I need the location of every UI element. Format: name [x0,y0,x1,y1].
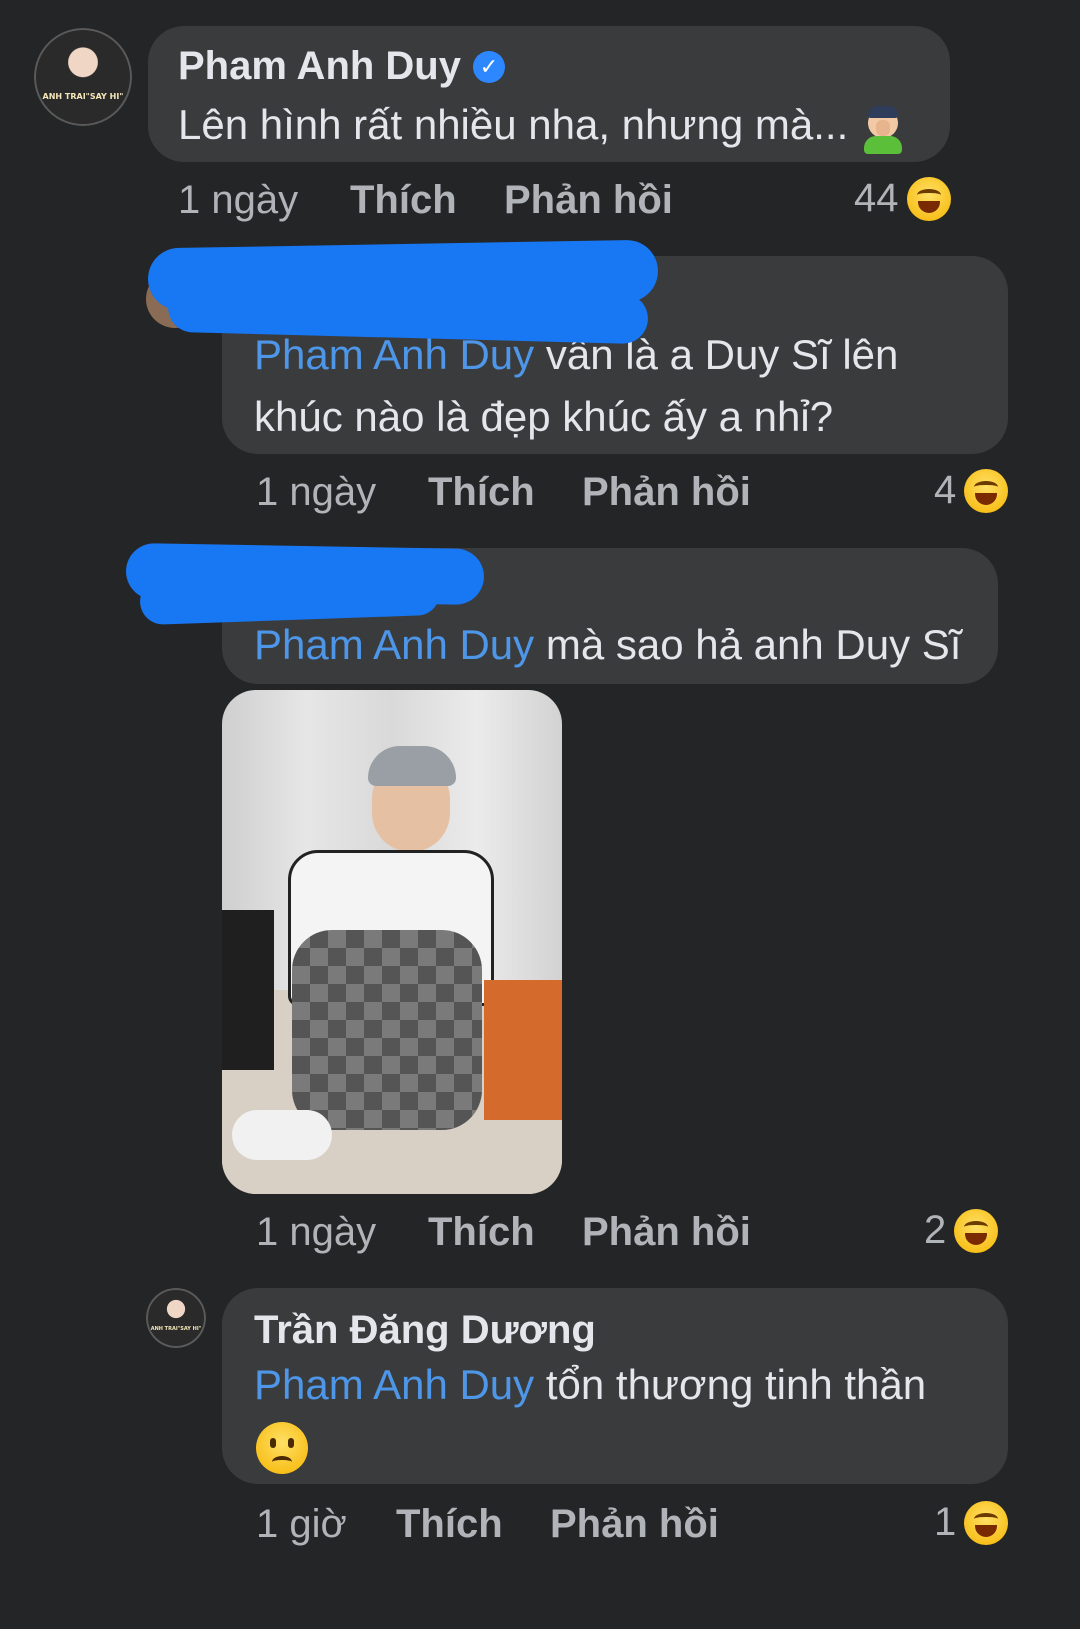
author-name[interactable]: Trần Đăng Dương [254,1308,596,1353]
comment-bubble: Pham Anh Duy ✓ Lên hình rất nhiều nha, n… [148,26,950,162]
comment-text-row: Pham Anh Duy tổn thương tinh thần [254,1354,926,1416]
comment-actions: 1 ngày Thích Phản hồi [178,178,673,223]
reply-button[interactable]: Phản hồi [504,178,673,223]
comment-actions: 1 ngày Thích Phản hồi [256,470,751,515]
reaction-count: 1 [934,1500,957,1544]
photo-foot [232,1110,332,1160]
reply-avatar[interactable]: ANH TRAI"SAY HI" [146,1288,206,1348]
photo-person-pants [292,930,482,1130]
mention-link[interactable]: Pham Anh Duy [254,621,534,668]
facepalm-emoji [860,102,906,154]
reaction-summary[interactable]: 2 [924,1208,999,1253]
reaction-count: 4 [934,468,957,512]
reaction-summary[interactable]: 4 [934,468,1009,513]
like-button[interactable]: Thích [428,470,582,515]
comment-text: Lên hình rất nhiều nha, nhưng mà... [178,101,849,148]
reply-button[interactable]: Phản hồi [582,470,751,515]
reply-button[interactable]: Phản hồi [550,1502,719,1547]
photo-side-person [222,910,274,1070]
laugh-icon [964,468,1009,513]
comment-actions: 1 giờ Thích Phản hồi [256,1502,719,1547]
comment-time[interactable]: 1 giờ [256,1502,396,1547]
verified-badge-icon: ✓ [473,50,505,83]
laugh-icon [954,1208,999,1253]
comment-time[interactable]: 1 ngày [256,1210,428,1255]
photo-person-cap [368,746,456,786]
comment-text-row: Pham Anh Duy mà sao hả anh Duy Sĩ [254,614,961,676]
comment-author[interactable]: Pham Anh Duy ✓ [178,44,505,89]
reaction-summary[interactable]: 1 [934,1500,1009,1545]
comment-actions: 1 ngày Thích Phản hồi [256,1210,751,1255]
comment-text: mà sao hả anh Duy Sĩ [545,621,962,668]
laugh-icon [964,1500,1009,1545]
like-button[interactable]: Thích [350,178,504,223]
comment-time[interactable]: 1 ngày [256,470,428,515]
comment-author[interactable]: Trần Đăng Dương [254,1308,596,1353]
photo-orange-cushion [484,980,562,1120]
mention-link[interactable]: Pham Anh Duy [254,1361,534,1408]
comment-photo[interactable] [222,690,562,1194]
author-name[interactable]: Pham Anh Duy [178,44,461,89]
comment-time[interactable]: 1 ngày [178,178,350,223]
avatar-ring [34,28,132,126]
reaction-summary[interactable]: 44 [854,176,951,221]
reaction-count: 2 [924,1208,947,1252]
author-avatar[interactable]: ANH TRAI"SAY HI" [34,28,132,126]
sad-face-emoji [256,1422,308,1474]
like-button[interactable]: Thích [428,1210,582,1255]
comment-text: tổn thương tinh thần [545,1361,927,1408]
comment-bubble: Trần Đăng Dương Pham Anh Duy tổn thương … [222,1288,1008,1484]
like-button[interactable]: Thích [396,1502,550,1547]
avatar-caption: ANH TRAI"SAY HI" [150,1326,202,1332]
reply-button[interactable]: Phản hồi [582,1210,751,1255]
avatar-ring [146,1288,206,1348]
laugh-icon [906,176,951,221]
reaction-count: 44 [854,176,899,220]
comment-text-row: Lên hình rất nhiều nha, nhưng mà... [178,94,906,156]
avatar-caption: ANH TRAI"SAY HI" [42,92,124,101]
